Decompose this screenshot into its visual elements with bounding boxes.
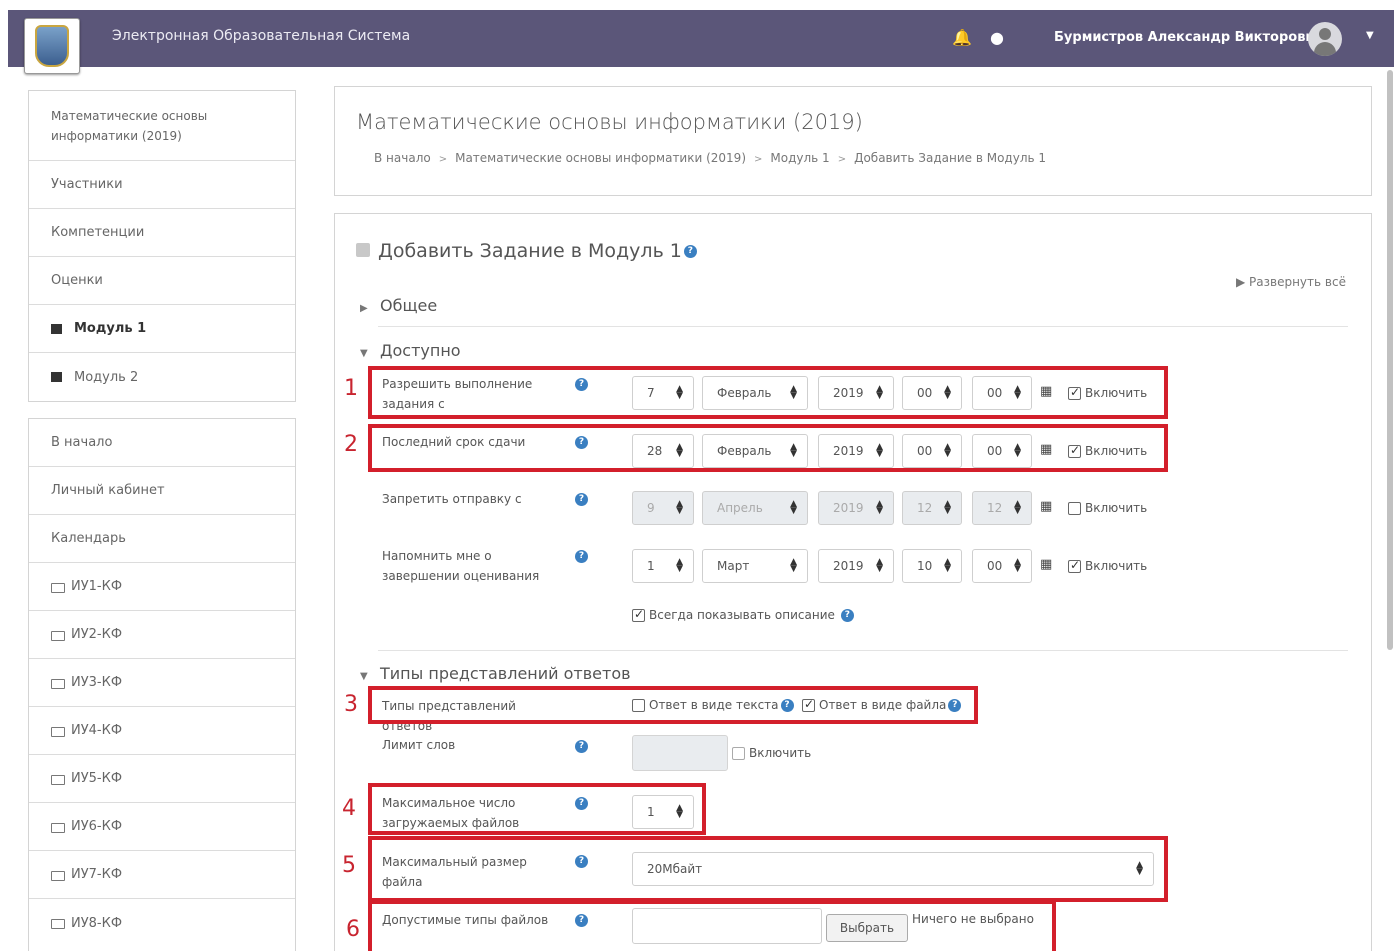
help-icon[interactable]: ? bbox=[575, 740, 588, 753]
folder-icon bbox=[51, 630, 65, 641]
annotation-number-3: 3 bbox=[344, 692, 358, 717]
section-availability[interactable]: ▼ Доступно bbox=[360, 341, 461, 360]
word-limit-enable-checkbox[interactable]: Включить bbox=[732, 746, 811, 760]
section-general[interactable]: ▶ Общее bbox=[360, 296, 437, 315]
sidebar-item-course[interactable]: Математические основы информатики (2019) bbox=[29, 91, 295, 161]
folder-icon bbox=[51, 582, 65, 593]
breadcrumb-module[interactable]: Модуль 1 bbox=[770, 151, 829, 165]
sidebar-item-home[interactable]: В начало bbox=[29, 419, 295, 467]
sidebar-course-block: Математические основы информатики (2019)… bbox=[28, 90, 296, 402]
folder-icon bbox=[51, 870, 65, 881]
sidebar-nav-block: В начало Личный кабинет Календарь ИУ1-КФ… bbox=[28, 418, 296, 951]
help-icon[interactable]: ? bbox=[575, 493, 588, 506]
annotation-box-3 bbox=[368, 686, 978, 724]
reminder-hour-select[interactable]: 10 ▲ ▼ bbox=[902, 549, 962, 583]
page-title: Математические основы информатики (2019) bbox=[356, 110, 863, 134]
help-icon[interactable]: ? bbox=[840, 608, 854, 622]
sidebar-item-participants[interactable]: Участники bbox=[29, 161, 295, 209]
annotation-box-6 bbox=[368, 900, 1056, 951]
sidebar-item-dashboard[interactable]: Личный кабинет bbox=[29, 467, 295, 515]
annotation-box-1 bbox=[368, 366, 1168, 419]
annotation-number-4: 4 bbox=[342, 796, 356, 821]
annotation-box-4 bbox=[368, 783, 706, 835]
calendar-icon[interactable]: ▦ bbox=[1040, 557, 1052, 572]
cutoff-hour-select: 12 ▲ ▼ bbox=[902, 491, 962, 525]
cutoff-date-label: Запретить отправку с bbox=[382, 492, 522, 506]
cutoff-minute-select: 12 ▲ ▼ bbox=[972, 491, 1032, 525]
folder-icon bbox=[51, 774, 65, 785]
sidebar-item-grades[interactable]: Оценки bbox=[29, 257, 295, 305]
expanded-arrow-icon: ▼ bbox=[360, 671, 368, 682]
reminder-day-select[interactable]: 1 ▲ ▼ bbox=[632, 549, 694, 583]
word-limit-label: Лимит слов bbox=[382, 738, 456, 752]
page-header-card bbox=[334, 86, 1372, 196]
assignment-icon bbox=[356, 243, 370, 257]
sidebar-item-iu6[interactable]: ИУ6-КФ bbox=[29, 803, 295, 851]
sidebar-item-iu3[interactable]: ИУ3-КФ bbox=[29, 659, 295, 707]
folder-icon bbox=[51, 678, 65, 689]
grading-reminder-label: Напомнить мне о завершении оценивания bbox=[382, 549, 540, 583]
word-limit-input bbox=[632, 735, 728, 771]
breadcrumb: В начало > Математические основы информати… bbox=[374, 151, 1047, 165]
crest-icon bbox=[35, 25, 69, 67]
page-scrollbar[interactable] bbox=[1387, 70, 1393, 650]
site-logo[interactable] bbox=[24, 18, 80, 74]
notifications-bell-icon[interactable]: 🔔 bbox=[952, 28, 972, 47]
section-icon bbox=[51, 323, 62, 334]
sidebar-item-module-2[interactable]: Модуль 2 bbox=[29, 353, 295, 401]
expand-all-link[interactable]: ▶ Развернуть всё bbox=[1236, 275, 1346, 289]
help-icon[interactable]: ? bbox=[683, 245, 697, 258]
sidebar-item-iu7[interactable]: ИУ7-КФ bbox=[29, 851, 295, 899]
breadcrumb-course[interactable]: Математические основы информатики (2019) bbox=[455, 151, 746, 165]
sidebar-item-calendar[interactable]: Календарь bbox=[29, 515, 295, 563]
annotation-number-1: 1 bbox=[344, 376, 358, 401]
sidebar-item-iu2[interactable]: ИУ2-КФ bbox=[29, 611, 295, 659]
annotation-box-5 bbox=[368, 836, 1168, 902]
user-avatar-icon[interactable] bbox=[1308, 22, 1342, 56]
reminder-month-select[interactable]: Март ▲ ▼ bbox=[702, 549, 808, 583]
cutoff-enable-checkbox[interactable]: Включить bbox=[1068, 501, 1147, 515]
sidebar-item-iu1[interactable]: ИУ1-КФ bbox=[29, 563, 295, 611]
sidebar-item-iu4[interactable]: ИУ4-КФ bbox=[29, 707, 295, 755]
reminder-enable-checkbox[interactable]: Включить bbox=[1068, 558, 1147, 573]
user-name[interactable]: Бурмистров Александр Викторович bbox=[1054, 30, 1323, 45]
always-show-description-checkbox[interactable]: Всегда показывать описание? bbox=[632, 607, 854, 622]
collapsed-arrow-icon: ▶ bbox=[360, 303, 368, 314]
sidebar-item-iu8[interactable]: ИУ8-КФ bbox=[29, 899, 295, 947]
reminder-year-select[interactable]: 2019 ▲ ▼ bbox=[818, 549, 894, 583]
folder-icon bbox=[51, 822, 65, 833]
form-title: Добавить Задание в Модуль 1? bbox=[356, 240, 697, 262]
folder-icon bbox=[51, 919, 65, 929]
annotation-box-2 bbox=[368, 424, 1168, 472]
expanded-arrow-icon: ▼ bbox=[360, 348, 368, 359]
breadcrumb-home[interactable]: В начало bbox=[374, 151, 431, 165]
sidebar-item-competencies[interactable]: Компетенции bbox=[29, 209, 295, 257]
cutoff-month-select: Апрель ▲ ▼ bbox=[702, 491, 808, 525]
sidebar-item-iu5[interactable]: ИУ5-КФ bbox=[29, 755, 295, 803]
annotation-number-6: 6 bbox=[346, 917, 360, 942]
section-submission-types[interactable]: ▼ Типы представлений ответов bbox=[360, 664, 631, 683]
sidebar-item-module-1[interactable]: Модуль 1 bbox=[29, 305, 295, 353]
reminder-minute-select[interactable]: 00 ▲ ▼ bbox=[972, 549, 1032, 583]
calendar-icon[interactable]: ▦ bbox=[1040, 499, 1052, 514]
cutoff-year-select: 2019 ▲ ▼ bbox=[818, 491, 894, 525]
help-icon[interactable]: ? bbox=[575, 550, 588, 563]
top-navbar: Электронная Образовательная Система 🔔 ● … bbox=[8, 10, 1394, 74]
folder-icon bbox=[51, 726, 65, 737]
site-title[interactable]: Электронная Образовательная Система bbox=[112, 28, 410, 44]
user-menu-caret-icon[interactable]: ▼ bbox=[1366, 30, 1374, 41]
section-icon bbox=[51, 372, 62, 382]
annotation-number-5: 5 bbox=[342, 853, 356, 878]
breadcrumb-current: Добавить Задание в Модуль 1 bbox=[854, 151, 1047, 165]
messages-icon[interactable]: ● bbox=[990, 28, 1004, 47]
cutoff-day-select: 9 ▲ ▼ bbox=[632, 491, 694, 525]
annotation-number-2: 2 bbox=[344, 432, 358, 457]
